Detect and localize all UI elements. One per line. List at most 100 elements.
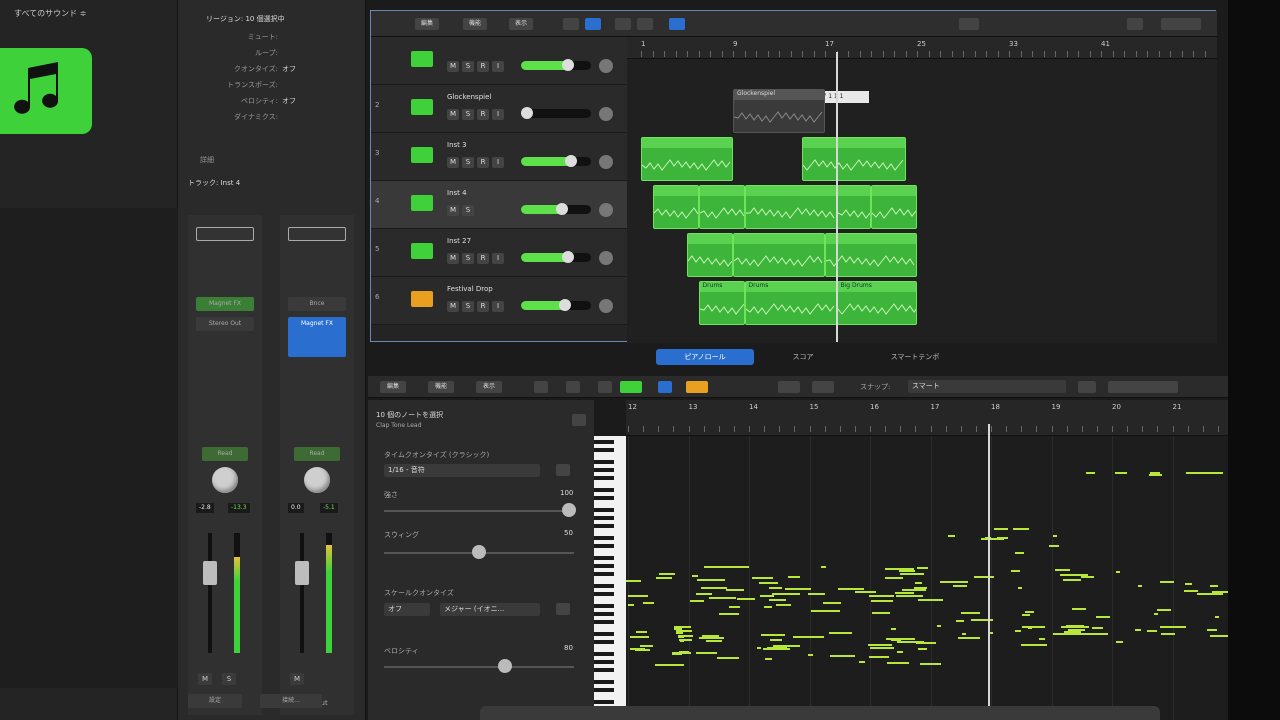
midi-note[interactable]	[1015, 552, 1024, 554]
black-key[interactable]	[594, 640, 614, 644]
track-lanes[interactable]: Marker 17 1 1 1 GlockenspielDrumsDrumsBi…	[627, 59, 1217, 343]
plugin-slot[interactable]: Bnce	[288, 297, 346, 311]
pan-knob[interactable]	[599, 155, 613, 169]
mute-button[interactable]: M	[447, 253, 459, 264]
midi-note[interactable]	[765, 658, 772, 660]
midi-note[interactable]	[1081, 576, 1094, 578]
midi-note[interactable]	[643, 602, 654, 604]
midi-note[interactable]	[914, 587, 927, 589]
mute-button[interactable]: M	[447, 109, 459, 120]
midi-note[interactable]	[808, 654, 813, 656]
volume-slider[interactable]	[521, 251, 591, 263]
swing-slider-knob[interactable]	[472, 545, 486, 559]
midi-region[interactable]: Glockenspiel	[733, 89, 825, 133]
track-name[interactable]: Festival Drop	[447, 285, 493, 293]
midi-note[interactable]	[869, 656, 889, 658]
inspector-toggle-icon[interactable]	[572, 414, 586, 426]
midi-note[interactable]	[699, 637, 724, 639]
input-monitor-button[interactable]: I	[492, 61, 504, 72]
midi-note[interactable]	[1061, 626, 1089, 628]
track-header[interactable]: MSRI	[371, 37, 627, 85]
pencil-tool-icon[interactable]	[812, 381, 834, 393]
input-monitor-button[interactable]: I	[492, 301, 504, 312]
midi-note[interactable]	[902, 589, 926, 591]
black-key[interactable]	[594, 448, 614, 452]
midi-note[interactable]	[696, 652, 717, 654]
midi-note[interactable]	[773, 645, 800, 647]
midi-note[interactable]	[1135, 629, 1141, 631]
solo-button[interactable]: S	[462, 301, 474, 312]
waveform-zoom-icon[interactable]	[1078, 381, 1096, 393]
midi-note[interactable]	[1210, 635, 1228, 637]
scale-dropdown[interactable]: メジャー (イオニ...	[440, 603, 540, 616]
black-key[interactable]	[594, 440, 614, 444]
volume-knob[interactable]	[558, 299, 571, 311]
midi-note[interactable]	[1210, 585, 1218, 587]
midi-note[interactable]	[769, 587, 782, 589]
solo-button[interactable]: S	[462, 157, 474, 168]
volume-fader-track[interactable]	[208, 533, 212, 653]
strength-slider-knob[interactable]	[562, 503, 576, 517]
mute-button[interactable]: M	[447, 205, 459, 216]
midi-note[interactable]	[770, 639, 782, 641]
midi-note[interactable]	[635, 649, 650, 651]
black-key[interactable]	[594, 460, 614, 464]
list-view-icon[interactable]	[585, 18, 601, 30]
midi-note[interactable]	[897, 651, 903, 653]
velocity-slider-knob[interactable]	[498, 659, 512, 673]
pan-knob[interactable]	[212, 467, 238, 493]
midi-note[interactable]	[1060, 574, 1088, 576]
midi-note[interactable]	[871, 600, 893, 602]
midi-note[interactable]	[697, 579, 725, 581]
input-monitor-button[interactable]: I	[492, 157, 504, 168]
midi-note[interactable]	[962, 633, 966, 635]
zoom-slider[interactable]	[1161, 18, 1201, 30]
black-key[interactable]	[594, 524, 614, 528]
record-button[interactable]: R	[477, 253, 489, 264]
midi-note[interactable]	[760, 595, 774, 597]
black-key[interactable]	[594, 564, 614, 568]
midi-region[interactable]	[802, 137, 906, 181]
black-key[interactable]	[594, 476, 614, 480]
volume-fader-cap[interactable]	[295, 561, 309, 585]
midi-note[interactable]	[676, 632, 683, 634]
midi-note[interactable]	[917, 567, 928, 569]
midi-note[interactable]	[776, 604, 791, 606]
midi-note[interactable]	[961, 612, 980, 614]
volume-knob[interactable]	[561, 59, 574, 71]
midi-note[interactable]	[719, 613, 739, 615]
volume-knob[interactable]	[561, 251, 574, 263]
midi-note[interactable]	[1160, 581, 1174, 583]
midi-note[interactable]	[872, 612, 890, 614]
solo-button[interactable]: S	[462, 61, 474, 72]
midi-note[interactable]	[1186, 472, 1198, 474]
midi-note[interactable]	[726, 589, 744, 591]
midi-note[interactable]	[958, 637, 980, 639]
midi-note[interactable]	[811, 610, 840, 612]
midi-note[interactable]	[829, 632, 852, 634]
track-name[interactable]: Inst 3	[447, 141, 467, 149]
midi-note[interactable]	[772, 593, 800, 595]
record-button[interactable]: R	[477, 61, 489, 72]
track-header[interactable]: 4 Inst 4 MS	[371, 181, 627, 229]
midi-note[interactable]	[886, 638, 915, 640]
solo-button[interactable]: S	[462, 109, 474, 120]
zoom-slider[interactable]	[1108, 381, 1178, 393]
mute-button[interactable]: M	[447, 157, 459, 168]
midi-note[interactable]	[696, 593, 712, 595]
midi-note[interactable]	[1207, 629, 1217, 631]
zoom-icon[interactable]	[1127, 18, 1143, 30]
midi-region[interactable]	[871, 185, 917, 229]
midi-note[interactable]	[899, 570, 915, 572]
midi-note[interactable]	[764, 606, 772, 608]
midi-note[interactable]	[672, 653, 682, 655]
pr-view-menu[interactable]: 表示	[476, 381, 502, 393]
output-slot[interactable]: Magnet FX	[288, 317, 346, 357]
automation-mode[interactable]: Read	[202, 447, 248, 461]
pan-knob[interactable]	[599, 107, 613, 121]
track-header[interactable]: 5 Inst 27 M S R I	[371, 229, 627, 277]
input-slot[interactable]	[288, 227, 346, 241]
midi-note[interactable]	[628, 604, 634, 606]
pencil-icon[interactable]	[566, 381, 580, 393]
midi-note[interactable]	[885, 577, 903, 579]
